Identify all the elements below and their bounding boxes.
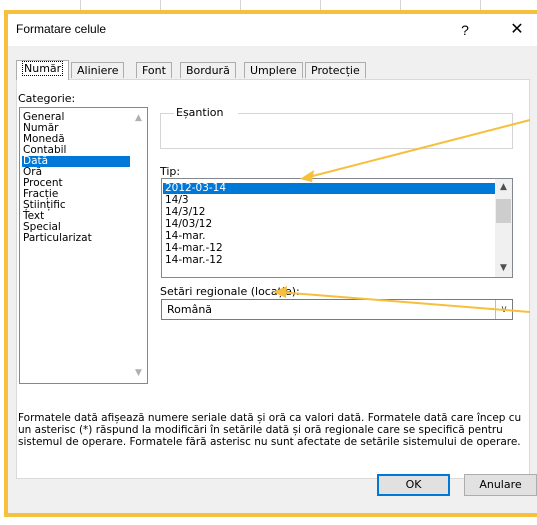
locale-label: Setări regionale (locație): — [160, 285, 300, 298]
chevron-down-icon[interactable]: ▼ — [495, 260, 512, 277]
type-scrollbar[interactable]: ▲ ▼ — [495, 179, 512, 277]
sample-label: Eșantion — [176, 106, 224, 119]
type-item[interactable]: 14-mar.-12 — [165, 255, 223, 266]
format-description: Formatele dată afișează numere seriale d… — [18, 412, 522, 448]
type-label: Tip: — [160, 165, 181, 178]
locale-select[interactable]: Română ∨ — [161, 299, 513, 320]
background-strip — [0, 517, 537, 525]
tab-aliniere[interactable]: Aliniere — [71, 62, 125, 78]
tab-font[interactable]: Font — [136, 62, 172, 78]
locale-value: Română — [167, 303, 213, 316]
category-scrollbar[interactable]: ▲ ▼ — [130, 108, 147, 383]
category-item[interactable]: Particularizat — [23, 233, 96, 244]
type-item[interactable]: 14/3/12 — [165, 207, 205, 218]
type-list[interactable]: 2012-03-14 14/3 14/3/12 14/03/12 14-mar.… — [161, 178, 513, 278]
title-bar: Formatare celule ? ✕ — [8, 14, 537, 46]
tab-umplere[interactable]: Umplere — [244, 62, 303, 78]
type-item[interactable]: 14-mar.-12 — [165, 243, 223, 254]
chevron-up-icon[interactable]: ▲ — [130, 110, 147, 126]
tab-bordura[interactable]: Bordură — [180, 62, 236, 78]
category-list[interactable]: General Număr Monedă Contabil Dată Oră P… — [19, 107, 148, 384]
chevron-down-icon[interactable]: ∨ — [495, 300, 512, 319]
type-item-selected[interactable]: 2012-03-14 — [163, 183, 495, 194]
chevron-down-icon[interactable]: ▼ — [130, 365, 147, 381]
help-icon[interactable]: ? — [454, 19, 476, 41]
ok-button[interactable]: OK — [377, 474, 450, 496]
tab-numar[interactable]: Număr — [16, 60, 70, 80]
cancel-button[interactable]: Anulare — [464, 474, 537, 496]
chevron-up-icon[interactable]: ▲ — [495, 179, 512, 196]
format-cells-dialog: Formatare celule ? ✕ Număr Aliniere Font… — [4, 10, 537, 517]
type-item[interactable]: 14-mar. — [165, 231, 206, 242]
category-label: Categorie: — [18, 92, 76, 105]
scroll-thumb[interactable] — [496, 199, 511, 223]
tab-protectie[interactable]: Protecție — [305, 62, 366, 78]
type-item[interactable]: 14/03/12 — [165, 219, 212, 230]
close-icon[interactable]: ✕ — [504, 19, 530, 41]
dialog-title: Formatare celule — [16, 22, 107, 36]
type-item[interactable]: 14/3 — [165, 195, 189, 206]
